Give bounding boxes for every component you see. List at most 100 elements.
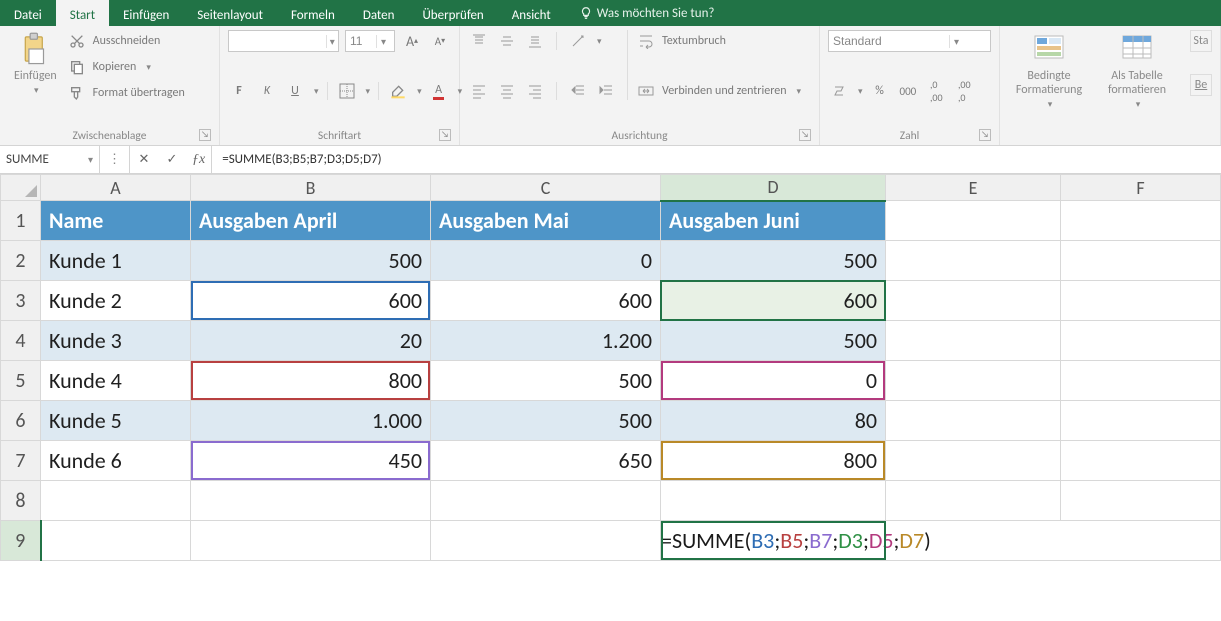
bold-button[interactable]: F — [228, 80, 250, 102]
number-format-input[interactable] — [829, 31, 949, 51]
col-header-A[interactable]: A — [41, 175, 191, 201]
cell-C9[interactable] — [431, 521, 661, 561]
cell-D6[interactable]: 80 — [661, 401, 886, 441]
cell-E5[interactable] — [886, 361, 1061, 401]
fill-color-button[interactable] — [387, 80, 409, 102]
tab-view[interactable]: Ansicht — [498, 0, 565, 26]
align-top-button[interactable] — [468, 30, 490, 52]
cell-style-good[interactable]: Be — [1190, 74, 1212, 96]
cell-F8[interactable] — [1061, 481, 1221, 521]
cell-F5[interactable] — [1061, 361, 1221, 401]
tab-insert[interactable]: Einfügen — [109, 0, 183, 26]
cell-C2[interactable]: 0 — [431, 241, 661, 281]
increase-indent-button[interactable] — [595, 80, 617, 102]
chevron-down-icon[interactable]: ▾ — [326, 35, 338, 48]
tell-me[interactable]: Was möchten Sie tun? — [565, 0, 729, 26]
chevron-down-icon[interactable]: ▾ — [376, 35, 390, 48]
row-header-5[interactable]: 5 — [1, 361, 41, 401]
thousands-button[interactable]: 000 — [897, 80, 920, 102]
tab-data[interactable]: Daten — [349, 0, 409, 26]
format-painter-button[interactable]: Format übertragen — [69, 82, 187, 104]
dialog-launcher-icon[interactable]: ↘ — [979, 129, 991, 141]
row-header-9[interactable]: 9 — [1, 521, 41, 561]
cell-C6[interactable]: 500 — [431, 401, 661, 441]
tab-pagelayout[interactable]: Seitenlayout — [183, 0, 277, 26]
tab-home[interactable]: Start — [56, 0, 109, 26]
conditional-formatting-button[interactable]: Bedingte Formatierung — [1008, 30, 1090, 113]
cell-B1[interactable]: Ausgaben April — [191, 201, 431, 241]
number-format-combo[interactable]: ▾ — [828, 30, 991, 52]
cell-F7[interactable] — [1061, 441, 1221, 481]
cell-D9[interactable]: =SUMME(B3;B5;B7;D3;D5;D7) — [661, 521, 1221, 561]
tab-formulas[interactable]: Formeln — [277, 0, 349, 26]
paste-button[interactable]: Einfügen — [8, 30, 63, 100]
cell-F3[interactable] — [1061, 281, 1221, 321]
cell-A2[interactable]: Kunde 1 — [41, 241, 191, 281]
increase-decimal-button[interactable]: ,0,00 — [925, 80, 947, 102]
row-header-7[interactable]: 7 — [1, 441, 41, 481]
cell-F2[interactable] — [1061, 241, 1221, 281]
row-header-2[interactable]: 2 — [1, 241, 41, 281]
cell-B6[interactable]: 1.000 — [191, 401, 431, 441]
name-box[interactable]: SUMME ▾ — [0, 146, 100, 173]
cell-B3[interactable]: 600 — [191, 281, 431, 321]
tab-review[interactable]: Überprüfen — [408, 0, 497, 26]
cell-C3[interactable]: 600 — [431, 281, 661, 321]
cell-B4[interactable]: 20 — [191, 321, 431, 361]
cell-A3[interactable]: Kunde 2 — [41, 281, 191, 321]
dialog-launcher-icon[interactable]: ↘ — [199, 129, 211, 141]
borders-button[interactable] — [336, 80, 358, 102]
decrease-font-button[interactable]: A▾ — [429, 30, 451, 52]
cell-D2[interactable]: 500 — [661, 241, 886, 281]
cell-E8[interactable] — [886, 481, 1061, 521]
cell-C1[interactable]: Ausgaben Mai — [431, 201, 661, 241]
spreadsheet[interactable]: A B C D E F 1 Name Ausgaben April Ausgab… — [0, 174, 1221, 561]
cell-E6[interactable] — [886, 401, 1061, 441]
cell-A8[interactable] — [41, 481, 191, 521]
cell-F1[interactable] — [1061, 201, 1221, 241]
col-header-B[interactable]: B — [191, 175, 431, 201]
cell-B5[interactable]: 800 — [191, 361, 431, 401]
chevron-down-icon[interactable]: ▾ — [949, 35, 963, 48]
row-header-8[interactable]: 8 — [1, 481, 41, 521]
cell-C4[interactable]: 1.200 — [431, 321, 661, 361]
cell-D3[interactable]: 600 — [661, 281, 886, 321]
copy-button[interactable]: Kopieren — [69, 56, 187, 78]
italic-button[interactable]: K — [256, 80, 278, 102]
cell-E7[interactable] — [886, 441, 1061, 481]
cell-A6[interactable]: Kunde 5 — [41, 401, 191, 441]
cell-D8[interactable] — [661, 481, 886, 521]
decrease-decimal-button[interactable]: ,00,0 — [953, 80, 975, 102]
formula-functions-button[interactable]: ⋮ — [100, 146, 130, 173]
cell-A1[interactable]: Name — [41, 201, 191, 241]
cell-A4[interactable]: Kunde 3 — [41, 321, 191, 361]
cell-C5[interactable]: 500 — [431, 361, 661, 401]
cell-D1[interactable]: Ausgaben Juni — [661, 201, 886, 241]
orientation-button[interactable] — [567, 30, 589, 52]
formula-input[interactable]: =SUMME(B3;B5;B7;D3;D5;D7) — [212, 152, 1221, 167]
tab-file[interactable]: Datei — [0, 0, 56, 26]
align-left-button[interactable] — [468, 80, 490, 102]
col-header-E[interactable]: E — [886, 175, 1061, 201]
font-name-combo[interactable]: ▾ — [228, 30, 339, 52]
cell-D7[interactable]: 800 — [661, 441, 886, 481]
cell-C8[interactable] — [431, 481, 661, 521]
wrap-text-button[interactable]: Textumbruch — [638, 30, 801, 52]
cell-D5[interactable]: 0 — [661, 361, 886, 401]
align-center-button[interactable] — [496, 80, 518, 102]
font-color-button[interactable]: A — [428, 80, 450, 102]
cell-style-standard[interactable]: Sta — [1190, 30, 1212, 52]
cell-C7[interactable]: 650 — [431, 441, 661, 481]
cell-E3[interactable] — [886, 281, 1061, 321]
cell-A7[interactable]: Kunde 6 — [41, 441, 191, 481]
cut-button[interactable]: Ausschneiden — [69, 30, 187, 52]
cell-B8[interactable] — [191, 481, 431, 521]
cell-B2[interactable]: 500 — [191, 241, 431, 281]
col-header-F[interactable]: F — [1061, 175, 1221, 201]
cell-B7[interactable]: 450 — [191, 441, 431, 481]
increase-font-button[interactable]: A▴ — [401, 30, 423, 52]
accounting-format-button[interactable] — [828, 80, 850, 102]
font-size-combo[interactable]: ▾ — [345, 30, 395, 52]
cell-E2[interactable] — [886, 241, 1061, 281]
row-header-4[interactable]: 4 — [1, 321, 41, 361]
